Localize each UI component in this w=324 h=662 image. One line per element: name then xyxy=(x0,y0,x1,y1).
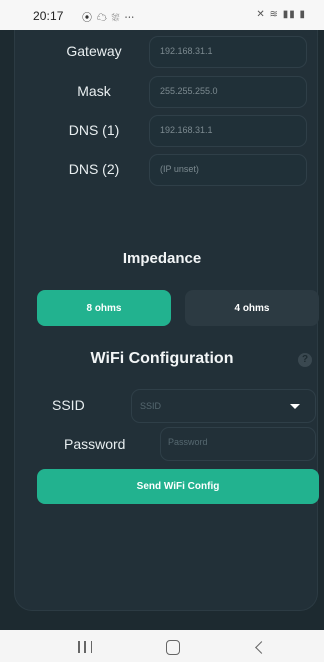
home-icon[interactable] xyxy=(166,640,180,655)
dns2-label: DNS (2) xyxy=(68,161,120,177)
ssid-label: SSID xyxy=(52,397,85,413)
mask-value: 255.255.255.0 xyxy=(160,86,218,96)
status-bar: 20:17 ⦿ ☁ ⛆ ⋯ ✕ ≋ ▮▮ ▮ xyxy=(0,0,324,30)
impedance-8-ohms-button[interactable]: 8 ohms xyxy=(37,290,171,326)
app-screen: Gateway 192.168.31.1 Mask 255.255.255.0 … xyxy=(0,30,324,630)
notification-icons: ⦿ ☁ ⛆ ⋯ xyxy=(82,13,136,24)
mask-row: Mask 255.255.255.0 xyxy=(15,76,317,108)
password-label: Password xyxy=(64,436,126,452)
dns1-field[interactable]: 192.168.31.1 xyxy=(149,115,307,147)
mask-field[interactable]: 255.255.255.0 xyxy=(149,76,307,108)
android-nav-bar xyxy=(0,630,324,662)
gateway-field[interactable]: 192.168.31.1 xyxy=(149,36,307,68)
gateway-label: Gateway xyxy=(66,43,122,59)
dns1-row: DNS (1) 192.168.31.1 xyxy=(15,115,317,147)
impedance-title: Impedance xyxy=(122,250,202,267)
password-field-wrapper xyxy=(160,427,316,461)
system-status-icons: ✕ ≋ ▮▮ ▮ xyxy=(256,9,306,20)
dns1-value: 192.168.31.1 xyxy=(160,125,213,135)
dns1-label: DNS (1) xyxy=(68,122,120,138)
ssid-dropdown[interactable]: SSID xyxy=(131,389,316,423)
status-time: 20:17 xyxy=(33,9,64,23)
back-icon[interactable] xyxy=(255,641,268,654)
send-wifi-config-button[interactable]: Send WiFi Config xyxy=(37,469,319,504)
wifi-config-title: WiFi Configuration xyxy=(90,350,234,367)
gateway-value: 192.168.31.1 xyxy=(160,46,213,56)
help-icon[interactable]: ? xyxy=(298,353,312,367)
mask-label: Mask xyxy=(77,83,111,99)
recent-apps-icon[interactable] xyxy=(78,641,92,653)
impedance-4-ohms-button[interactable]: 4 ohms xyxy=(185,290,319,326)
gateway-row: Gateway 192.168.31.1 xyxy=(15,36,317,68)
dns2-row: DNS (2) (IP unset) xyxy=(15,154,317,186)
password-input[interactable] xyxy=(168,437,298,447)
dns2-field[interactable]: (IP unset) xyxy=(149,154,307,186)
chevron-down-icon xyxy=(290,404,300,409)
dns2-value: (IP unset) xyxy=(160,164,199,174)
ssid-value: SSID xyxy=(140,401,162,411)
